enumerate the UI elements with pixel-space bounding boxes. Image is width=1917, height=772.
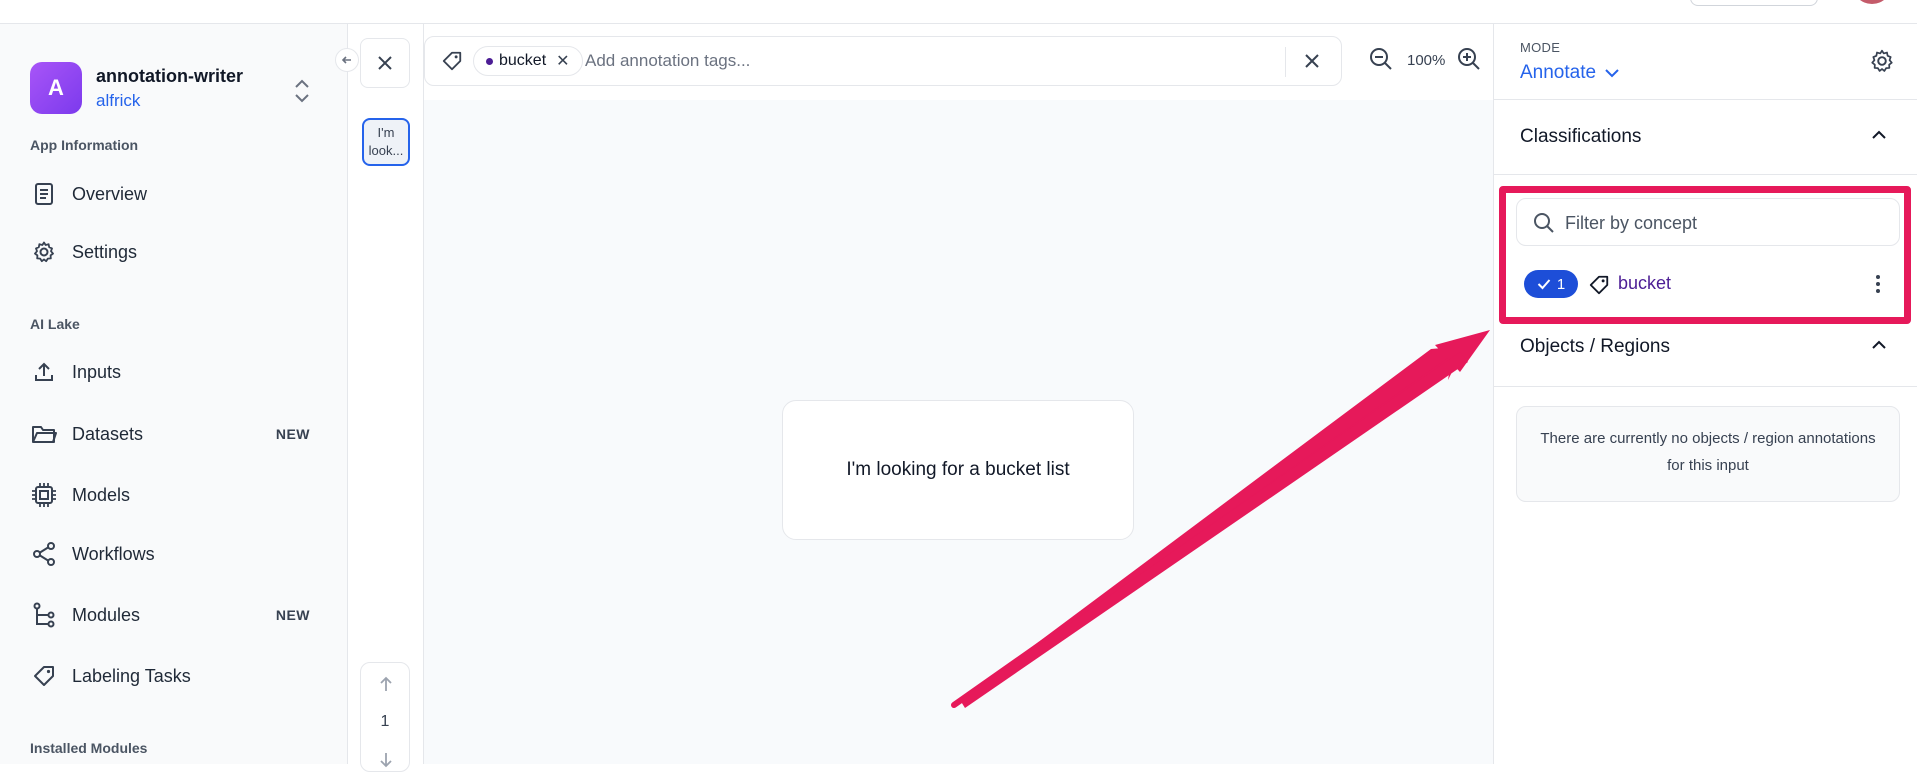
concept-name[interactable]: bucket [1618, 273, 1671, 294]
clear-tags-icon[interactable] [1301, 50, 1323, 72]
check-icon [1537, 279, 1551, 290]
sidebar-item-datasets[interactable]: Datasets NEW [30, 416, 310, 452]
chevron-up-icon[interactable] [1870, 128, 1888, 142]
gear-icon [30, 238, 58, 266]
sidebar-item-label: Overview [72, 183, 148, 204]
divider [1494, 99, 1917, 100]
zoom-out-icon[interactable] [1368, 46, 1394, 72]
input-thumbnail-strip: I'm look... 1 [348, 24, 424, 772]
arrow-up-icon[interactable] [378, 675, 394, 693]
filter-concept-field[interactable] [1516, 198, 1900, 246]
input-text-card: I'm looking for a bucket list [782, 400, 1134, 540]
app-name: annotation-writer [96, 65, 243, 86]
divider [1285, 47, 1286, 77]
zoom-in-icon[interactable] [1456, 46, 1482, 72]
sidebar: A annotation-writer alfrick App Informat… [0, 24, 348, 764]
app-user-link[interactable]: alfrick [96, 91, 243, 111]
tag-color-dot [486, 57, 493, 65]
top-bar [0, 0, 1917, 24]
objects-regions-title: Objects / Regions [1520, 336, 1670, 357]
arrow-left-icon [341, 56, 351, 64]
sidebar-item-label: Models [72, 484, 131, 505]
new-badge: NEW [275, 607, 310, 623]
new-badge: NEW [275, 426, 310, 442]
arrow-down-icon[interactable] [378, 751, 394, 769]
filter-concept-input[interactable] [1565, 209, 1885, 237]
search-icon [1534, 213, 1554, 233]
concept-row[interactable]: 1 bucket [1516, 266, 1900, 302]
more-vertical-icon[interactable] [1874, 272, 1882, 296]
divider [1494, 174, 1917, 175]
page-number: 1 [380, 713, 390, 730]
collapse-sidebar-button[interactable] [335, 48, 359, 72]
top-bar-button[interactable] [1690, 0, 1818, 6]
divider [1494, 386, 1917, 387]
folder-icon [30, 420, 58, 448]
sidebar-item-label: Labeling Tasks [72, 665, 191, 686]
chip-icon [30, 481, 58, 509]
tag-chip[interactable]: bucket ✕ [473, 46, 583, 76]
upload-icon [30, 358, 58, 386]
empty-regions-message: There are currently no objects / region … [1516, 406, 1900, 502]
chevron-down-icon [1605, 69, 1619, 78]
concept-count-badge[interactable]: 1 [1524, 270, 1578, 298]
section-title-installed-modules: Installed Modules [30, 740, 148, 756]
close-button[interactable] [360, 38, 410, 88]
concept-count: 1 [1556, 275, 1566, 293]
annotation-toolbar: bucket ✕ 100% [424, 24, 1493, 100]
input-thumbnail[interactable]: I'm look... [362, 118, 410, 166]
tag-icon [30, 662, 58, 690]
annotation-panel: MODE Annotate Classifications 1 bucket O… [1493, 24, 1917, 764]
share-icon [30, 540, 58, 568]
sidebar-item-settings[interactable]: Settings [30, 234, 310, 270]
sidebar-item-label: Workflows [72, 543, 155, 564]
document-icon [30, 180, 58, 208]
sidebar-item-inputs[interactable]: Inputs [30, 354, 310, 390]
branch-icon [30, 601, 58, 629]
sidebar-item-label: Modules [72, 604, 141, 625]
mode-dropdown[interactable]: Annotate [1520, 62, 1620, 84]
tag-input[interactable] [585, 47, 1145, 75]
mode-label: MODE [1520, 40, 1561, 55]
sidebar-item-label: Inputs [72, 361, 122, 382]
tag-chip-label: bucket [499, 52, 547, 69]
sidebar-item-overview[interactable]: Overview [30, 176, 310, 212]
sidebar-item-label: Datasets [72, 423, 144, 444]
zoom-level: 100% [1407, 52, 1446, 69]
section-title-ai-lake: AI Lake [30, 316, 80, 332]
gear-icon[interactable] [1869, 48, 1895, 74]
sidebar-item-labeling-tasks[interactable]: Labeling Tasks [30, 658, 310, 694]
app-avatar: A [30, 62, 82, 114]
tag-icon [1589, 275, 1609, 295]
sidebar-item-workflows[interactable]: Workflows [30, 536, 310, 572]
close-icon [378, 56, 392, 70]
annotation-tag-field[interactable]: bucket ✕ [424, 36, 1342, 86]
sidebar-item-label: Settings [72, 241, 138, 262]
mode-value: Annotate [1520, 62, 1597, 83]
input-pager: 1 [360, 662, 410, 772]
app-switcher[interactable]: A annotation-writer alfrick [30, 62, 243, 114]
classifications-title: Classifications [1520, 126, 1642, 147]
sidebar-item-models[interactable]: Models [30, 477, 310, 513]
section-title-app-information: App Information [30, 137, 139, 153]
chevron-up-icon[interactable] [1870, 338, 1888, 352]
user-avatar[interactable] [1852, 0, 1892, 4]
remove-tag-icon[interactable]: ✕ [556, 51, 569, 71]
tag-icon [442, 51, 462, 71]
chevron-up-down-icon[interactable] [292, 78, 312, 104]
sidebar-item-modules[interactable]: Modules NEW [30, 597, 310, 633]
